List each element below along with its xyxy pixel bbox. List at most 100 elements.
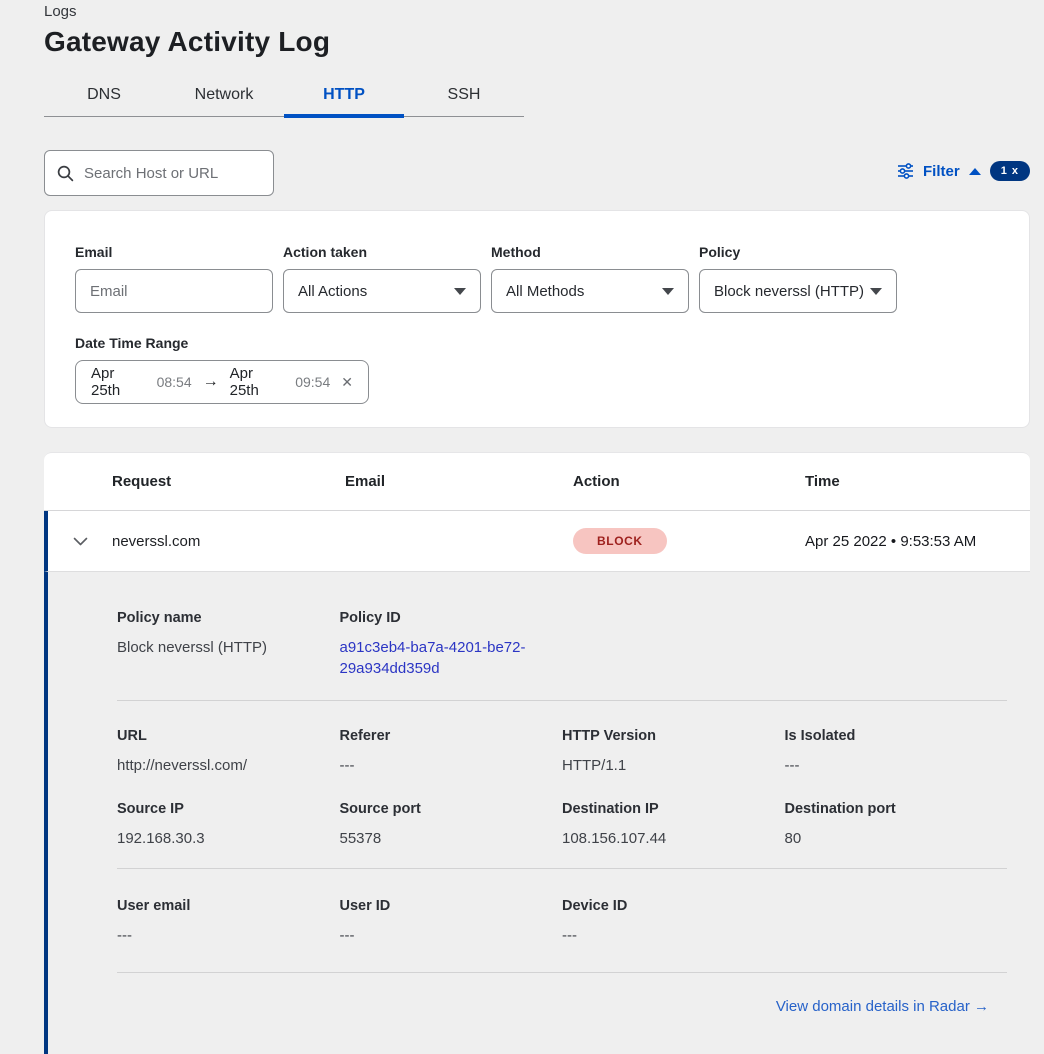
destination-ip-item: Destination IP 108.156.107.44 <box>562 801 785 849</box>
dropdown-caret-icon <box>454 288 466 295</box>
email-filter-field: Email <box>75 244 273 313</box>
tab-http[interactable]: HTTP <box>284 74 404 116</box>
filter-panel: Email Action taken All Actions Method Al… <box>44 210 1030 428</box>
detail-divider <box>117 972 1007 973</box>
device-id-label: Device ID <box>562 898 785 914</box>
policy-group: Policy name Block neverssl (HTTP) Policy… <box>117 610 1007 679</box>
column-header-time: Time <box>805 473 1030 490</box>
end-time: 09:54 <box>295 374 330 390</box>
policy-id-item: Policy ID a91c3eb4-ba7a-4201-be72-29a934… <box>340 610 563 679</box>
tab-network[interactable]: Network <box>164 74 284 116</box>
device-id-value: --- <box>562 925 785 946</box>
cell-time: Apr 25 2022 • 9:53:53 AM <box>805 533 1030 550</box>
policy-name-item: Policy name Block neverssl (HTTP) <box>117 610 340 679</box>
user-id-item: User ID --- <box>340 898 563 946</box>
policy-value: Block neverssl (HTTP) <box>714 283 864 300</box>
policy-label: Policy <box>699 244 897 260</box>
cell-action: BLOCK <box>573 528 805 554</box>
referer-value: --- <box>340 755 563 776</box>
policy-name-label: Policy name <box>117 610 340 626</box>
http-group: URL http://neverssl.com/ Referer --- HTT… <box>117 728 1007 776</box>
is-isolated-label: Is Isolated <box>785 728 1008 744</box>
url-value: http://neverssl.com/ <box>117 755 340 776</box>
detail-divider <box>117 868 1007 869</box>
source-port-label: Source port <box>340 801 563 817</box>
tab-ssh-label: SSH <box>448 86 481 104</box>
filter-toggle[interactable]: Filter 1 x <box>897 158 1030 184</box>
http-version-item: HTTP Version HTTP/1.1 <box>562 728 785 776</box>
network-group: Source IP 192.168.30.3 Source port 55378… <box>117 801 1007 849</box>
action-taken-field: Action taken All Actions <box>283 244 481 313</box>
tab-http-label: HTTP <box>323 86 365 104</box>
table-row[interactable]: neverssl.com BLOCK Apr 25 2022 • 9:53:53… <box>44 511 1030 572</box>
user-id-value: --- <box>340 925 563 946</box>
date-range-picker[interactable]: Apr 25th 08:54 → Apr 25th 09:54 ✕ <box>75 360 369 404</box>
email-filter-label: Email <box>75 244 273 260</box>
source-ip-item: Source IP 192.168.30.3 <box>117 801 340 849</box>
start-time: 08:54 <box>157 374 192 390</box>
column-header-email: Email <box>345 473 573 490</box>
is-isolated-value: --- <box>785 755 1008 776</box>
user-id-label: User ID <box>340 898 563 914</box>
start-date: Apr 25th <box>91 365 146 399</box>
policy-select[interactable]: Block neverssl (HTTP) <box>699 269 897 313</box>
chevron-down-icon <box>73 537 88 546</box>
clear-date-range-icon[interactable]: ✕ <box>341 374 353 391</box>
method-label: Method <box>491 244 689 260</box>
date-time-range-label: Date Time Range <box>75 335 999 351</box>
tab-dns[interactable]: DNS <box>44 74 164 116</box>
http-version-value: HTTP/1.1 <box>562 755 785 776</box>
arrow-right-icon: → <box>203 373 219 391</box>
email-filter-input[interactable] <box>75 269 273 313</box>
destination-port-item: Destination port 80 <box>785 801 1008 849</box>
activity-log-table: Request Email Action Time neverssl.com B… <box>44 452 1030 1054</box>
source-ip-value: 192.168.30.3 <box>117 828 340 849</box>
table-header-row: Request Email Action Time <box>44 453 1030 511</box>
filter-count-badge[interactable]: 1 x <box>990 161 1030 181</box>
action-taken-value: All Actions <box>298 283 367 300</box>
referer-label: Referer <box>340 728 563 744</box>
method-select[interactable]: All Methods <box>491 269 689 313</box>
column-header-request: Request <box>112 473 345 490</box>
active-tab-underline <box>284 114 404 118</box>
is-isolated-item: Is Isolated --- <box>785 728 1008 776</box>
source-ip-label: Source IP <box>117 801 340 817</box>
source-port-item: Source port 55378 <box>340 801 563 849</box>
collapse-caret-icon <box>969 168 981 175</box>
destination-port-label: Destination port <box>785 801 1008 817</box>
block-status-badge: BLOCK <box>573 528 667 554</box>
source-port-value: 55378 <box>340 828 563 849</box>
dropdown-caret-icon <box>662 288 674 295</box>
user-email-label: User email <box>117 898 340 914</box>
detail-divider <box>117 700 1007 701</box>
destination-ip-label: Destination IP <box>562 801 785 817</box>
device-id-item: Device ID --- <box>562 898 785 946</box>
view-domain-in-radar-link[interactable]: View domain details in Radar → <box>776 998 989 1015</box>
dropdown-caret-icon <box>870 288 882 295</box>
destination-ip-value: 108.156.107.44 <box>562 828 785 849</box>
action-taken-select[interactable]: All Actions <box>283 269 481 313</box>
tab-ssh[interactable]: SSH <box>404 74 524 116</box>
breadcrumb: Logs <box>44 3 77 20</box>
action-taken-label: Action taken <box>283 244 481 260</box>
search-box[interactable] <box>44 150 274 196</box>
search-icon <box>57 165 74 182</box>
policy-id-label: Policy ID <box>340 610 563 626</box>
tab-network-label: Network <box>195 86 254 104</box>
filter-sliders-icon <box>897 163 914 179</box>
referer-item: Referer --- <box>340 728 563 776</box>
policy-id-link[interactable]: a91c3eb4-ba7a-4201-be72-29a934dd359d <box>340 637 532 679</box>
tab-dns-label: DNS <box>87 86 121 104</box>
user-group: User email --- User ID --- Device ID --- <box>117 898 1007 946</box>
method-value: All Methods <box>506 283 584 300</box>
date-time-range-field: Date Time Range Apr 25th 08:54 → Apr 25t… <box>75 335 999 404</box>
user-email-value: --- <box>117 925 340 946</box>
policy-field: Policy Block neverssl (HTTP) <box>699 244 897 313</box>
page-title: Gateway Activity Log <box>44 26 330 58</box>
row-detail-panel: Policy name Block neverssl (HTTP) Policy… <box>44 572 1030 1054</box>
log-type-tabs: DNS Network HTTP SSH <box>44 74 524 117</box>
expand-row-button[interactable] <box>48 537 112 546</box>
search-input[interactable] <box>84 165 283 182</box>
end-date: Apr 25th <box>230 365 285 399</box>
url-label: URL <box>117 728 340 744</box>
